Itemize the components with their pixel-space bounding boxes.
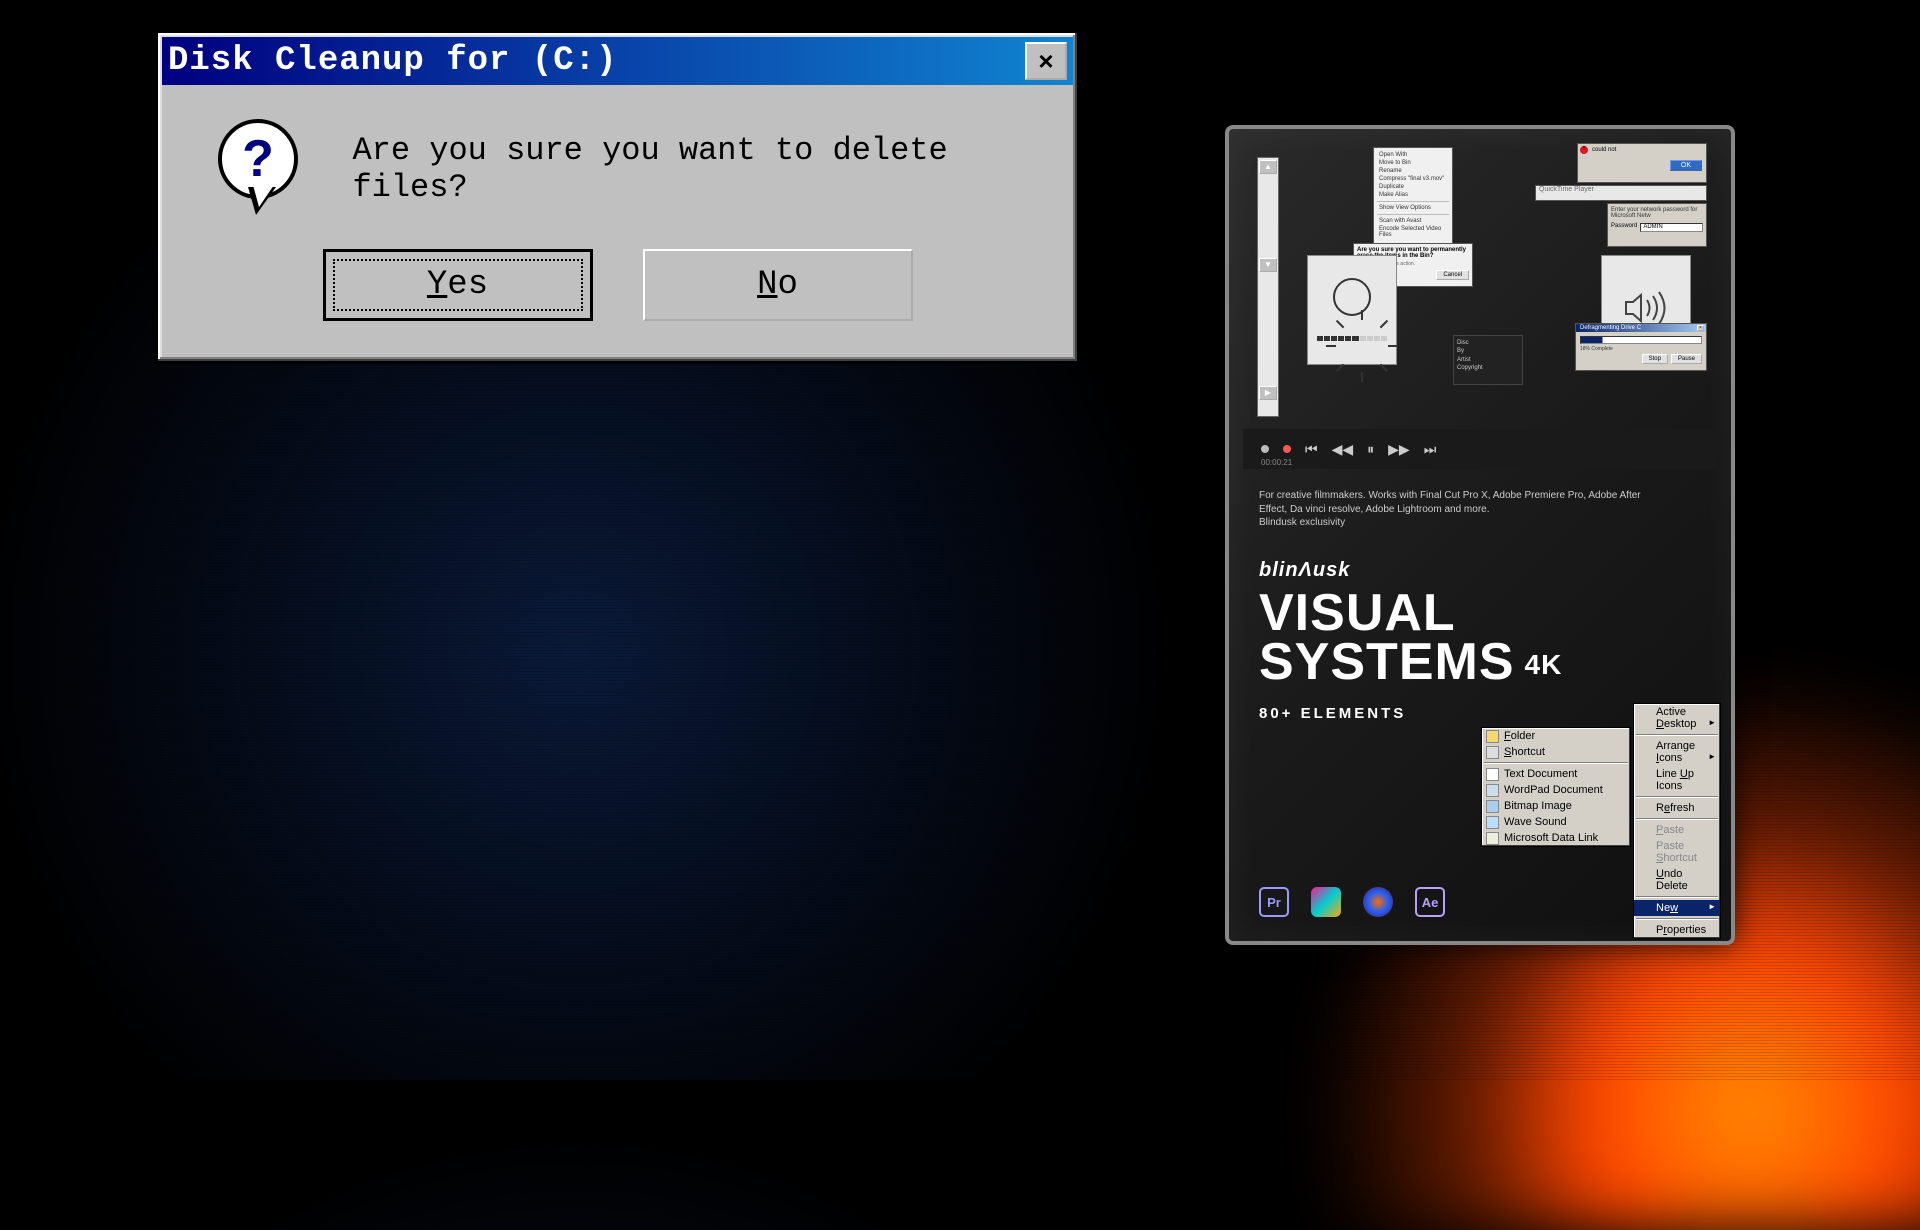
menu-item: Arrange Icons <box>1634 738 1720 766</box>
prev-icon: ⏮ <box>1305 441 1318 458</box>
rewind-icon: ◀◀ <box>1332 441 1354 458</box>
menu-item: Line Up Icons <box>1634 766 1720 794</box>
pause-icon: ⏸ <box>1367 441 1374 458</box>
disc-info-panel: DiscByArtistCopyright <box>1453 335 1523 385</box>
menu-item: Undo Delete <box>1634 866 1720 894</box>
question-icon: ? <box>218 119 302 219</box>
premiere-icon: Pr <box>1259 887 1289 917</box>
product-title: VISUAL SYSTEMS4K <box>1259 589 1562 688</box>
finalcut-icon <box>1311 887 1341 917</box>
menu-item: Bitmap Image <box>1482 798 1630 814</box>
close-button[interactable]: × <box>1025 42 1067 80</box>
app-icons-row: Pr Ae <box>1259 887 1445 917</box>
desktop-context-menu: Active Desktop Arrange IconsLine Up Icons… <box>1633 703 1721 939</box>
product-subtitle: 80+ ELEMENTS <box>1259 705 1406 722</box>
menu-item: New <box>1634 900 1720 916</box>
menu-item: Paste Shortcut <box>1634 838 1720 866</box>
close-icon: ✕ <box>1580 146 1588 154</box>
password-dialog: Enter your network password for Microsof… <box>1607 203 1707 247</box>
dialog-body: ? Are you sure you want to delete files? <box>158 89 1077 239</box>
scroll-up-icon: ▲ <box>1259 160 1277 174</box>
menu-item: Paste <box>1634 822 1720 838</box>
dialog-buttons: Yes No <box>158 239 1077 361</box>
menu-item: Shortcut <box>1482 744 1630 760</box>
forward-icon: ▶▶ <box>1388 441 1410 458</box>
media-controls: ⏮ ◀◀ ⏸ ▶▶ ⏭ 00:00:21 <box>1243 429 1717 469</box>
mac-context-menu: Open WithMove to BinRenameCompress "fina… <box>1373 147 1453 257</box>
product-copy: For creative filmmakers. Works with Fina… <box>1259 489 1701 530</box>
record-dot-icon <box>1261 445 1269 453</box>
aftereffects-icon: Ae <box>1415 887 1445 917</box>
titlebar[interactable]: Disk Cleanup for (C:) × <box>162 37 1073 85</box>
menu-item: Folder <box>1482 728 1630 744</box>
new-submenu: FolderShortcut Text DocumentWordPad Docum… <box>1481 727 1631 847</box>
speaker-icon <box>1621 288 1671 328</box>
no-button[interactable]: No <box>643 249 913 321</box>
defrag-window: Defragmenting Drive C× 18% Complete Stop… <box>1575 323 1707 371</box>
menu-item: Wave Sound <box>1482 814 1630 830</box>
ok-button: OK <box>1670 160 1702 171</box>
scroll-down-icon: ▼ <box>1259 258 1277 272</box>
error-dialog: ✕ could not OK <box>1577 143 1707 183</box>
scrollbar-strip: ▲ ▼ ▶ <box>1257 157 1279 417</box>
next-icon: ⏭ <box>1424 441 1437 458</box>
disk-cleanup-dialog: Disk Cleanup for (C:) × ? Are you sure y… <box>155 30 1080 364</box>
menu-item: Refresh <box>1634 800 1720 816</box>
brand-logo: blinɅusk <box>1259 559 1350 582</box>
timecode: 00:00:21 <box>1261 458 1292 467</box>
davinci-icon <box>1363 887 1393 917</box>
brightness-card <box>1307 255 1397 365</box>
record-active-icon <box>1283 445 1291 453</box>
menu-item: WordPad Document <box>1482 782 1630 798</box>
yes-button[interactable]: Yes <box>323 249 593 321</box>
close-icon: × <box>1038 46 1053 77</box>
menu-item: Text Document <box>1482 766 1630 782</box>
product-box: ▲ ▼ ▶ Open WithMove to BinRenameCompress… <box>1225 125 1735 945</box>
menu-item: Active Desktop <box>1634 704 1720 732</box>
play-icon: ▶ <box>1259 386 1277 400</box>
menu-item: Properties <box>1634 922 1720 938</box>
sun-icon <box>1333 278 1371 316</box>
titlebar-text: Disk Cleanup for (C:) <box>168 42 617 80</box>
qt-player-bar: QuickTime Player <box>1535 185 1707 201</box>
dialog-message: Are you sure you want to delete files? <box>352 132 1037 206</box>
collage: ▲ ▼ ▶ Open WithMove to BinRenameCompress… <box>1243 143 1717 423</box>
menu-item: Microsoft Data Link <box>1482 830 1630 846</box>
